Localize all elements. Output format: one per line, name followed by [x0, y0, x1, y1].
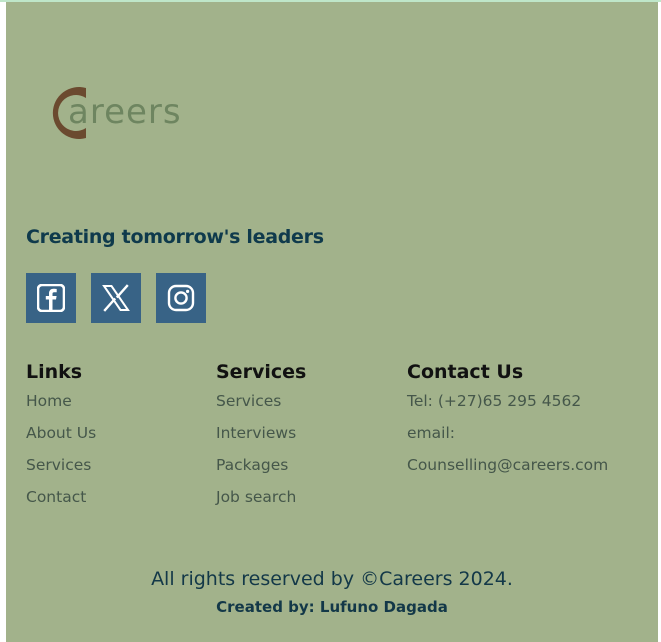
facebook-button[interactable]	[26, 273, 76, 323]
social-links	[26, 273, 206, 323]
footer-link-services[interactable]: Services	[26, 454, 96, 486]
facebook-icon	[37, 284, 65, 312]
instagram-icon	[167, 284, 195, 312]
copyright-text: All rights reserved by ©Careers 2024.	[151, 568, 513, 590]
footer-link-about-us[interactable]: About Us	[26, 422, 96, 454]
credit-text: Created by: Lufuno Dagada	[216, 598, 448, 616]
services-heading: Services	[216, 361, 307, 383]
footer-service-packages[interactable]: Packages	[216, 454, 306, 486]
footer-service-interviews[interactable]: Interviews	[216, 422, 306, 454]
x-button[interactable]	[91, 273, 141, 323]
contact-heading: Contact Us	[407, 361, 524, 383]
contact-email-address[interactable]: Counselling@careers.com	[407, 454, 608, 486]
instagram-button[interactable]	[156, 273, 206, 323]
footer-link-contact[interactable]: Contact	[26, 486, 96, 518]
footer-tagline: Creating tomorrow's leaders	[26, 226, 324, 248]
careers-logo[interactable]: areers	[46, 82, 216, 148]
contact-email-label: email:	[407, 424, 455, 442]
links-heading: Links	[26, 361, 83, 383]
links-column: Links Home About Us Services Contact	[26, 360, 96, 518]
services-column: Services Services Interviews Packages Jo…	[216, 360, 306, 518]
footer-service-job-search[interactable]: Job search	[216, 486, 306, 518]
footer-link-home[interactable]: Home	[26, 390, 96, 422]
site-footer: areers Creating tomorrow's leaders Links	[6, 2, 658, 642]
x-twitter-icon	[102, 284, 130, 312]
contact-phone: Tel: (+27)65 295 4562	[407, 392, 582, 410]
contact-column: Contact Us Tel: (+27)65 295 4562 email: …	[407, 360, 608, 486]
footer-service-services[interactable]: Services	[216, 390, 306, 422]
logo-wordmark: areers	[68, 92, 182, 132]
